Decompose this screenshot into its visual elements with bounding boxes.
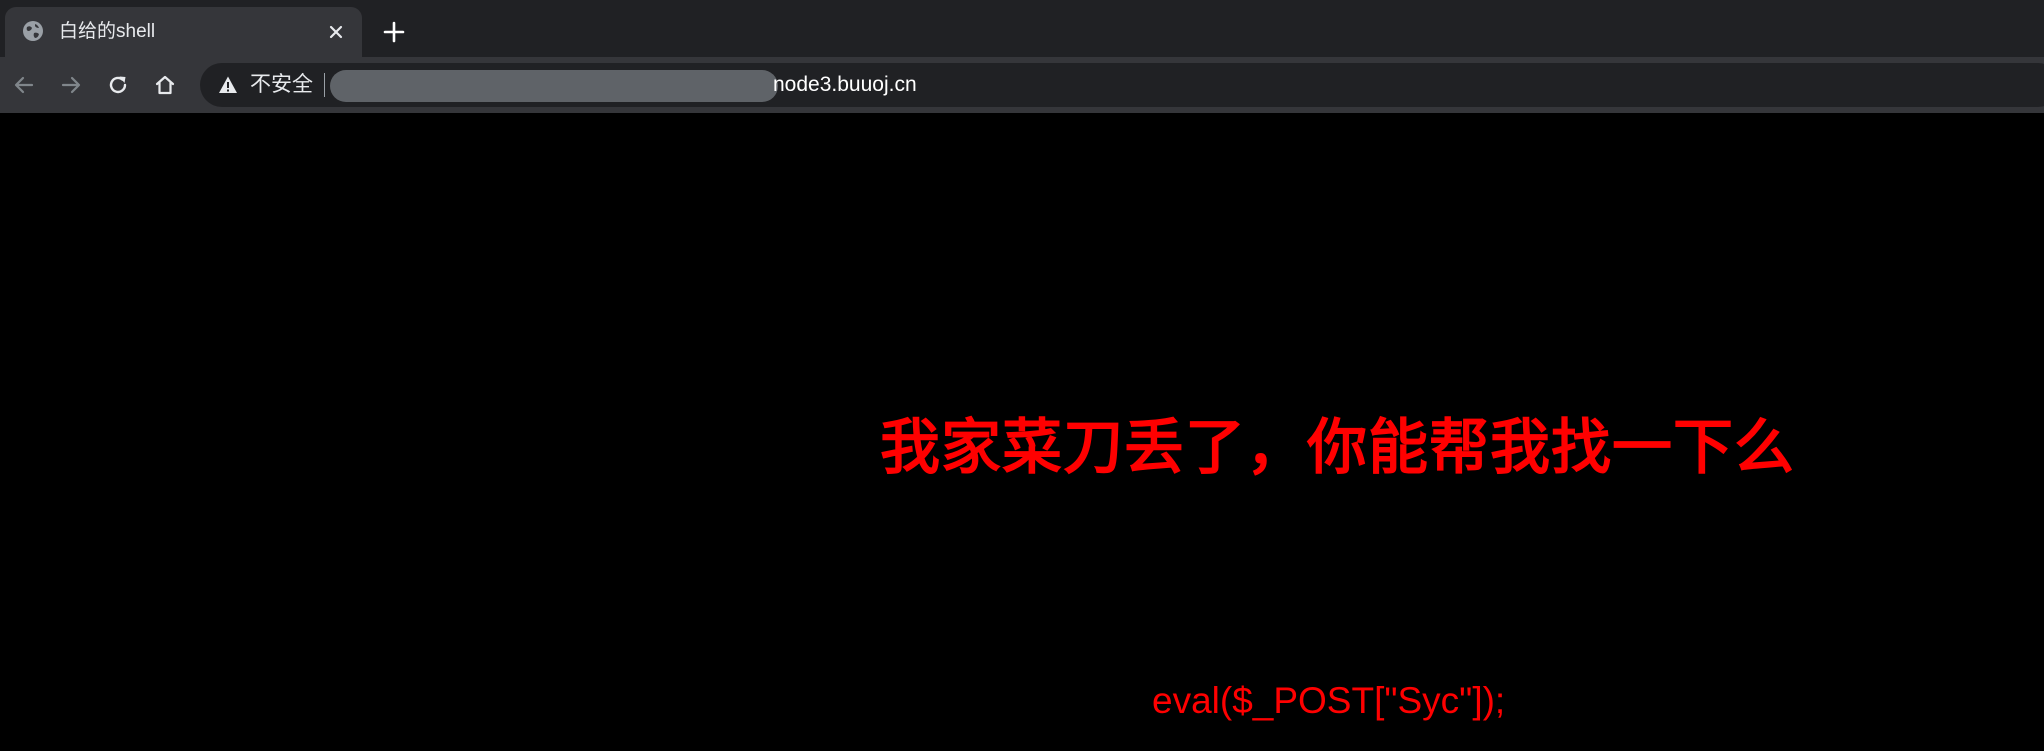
warning-icon[interactable] [218,75,238,95]
url-redaction [330,70,778,102]
tab-title: 白给的shell [59,21,156,42]
reload-icon[interactable] [100,67,136,103]
home-icon[interactable] [147,67,183,103]
plus-icon[interactable] [378,16,410,48]
omnibox-divider [324,73,325,97]
globe-icon [22,20,44,42]
security-label[interactable]: 不安全 [250,73,313,97]
tab-active[interactable]: 白给的shell [5,7,362,57]
forward-arrow-icon[interactable] [53,67,89,103]
page-content: 我家菜刀丢了，你能帮我找一下么 eval($_POST["Syc"]); [0,113,2044,751]
browser-window: 白给的shell 不安全 node3.buuoj.cn 我家菜刀丢了，你能帮我找… [0,0,2044,751]
address-bar[interactable]: 不安全 node3.buuoj.cn [200,63,2044,107]
php-code-text: eval($_POST["Syc"]); [1152,680,1506,721]
back-arrow-icon[interactable] [6,67,42,103]
page-headline: 我家菜刀丢了，你能帮我找一下么 [880,414,1795,481]
url-text[interactable]: node3.buuoj.cn [773,73,917,97]
toolbar: 不安全 node3.buuoj.cn [0,57,2044,113]
tab-strip: 白给的shell [0,0,2044,57]
close-icon[interactable] [323,19,349,45]
